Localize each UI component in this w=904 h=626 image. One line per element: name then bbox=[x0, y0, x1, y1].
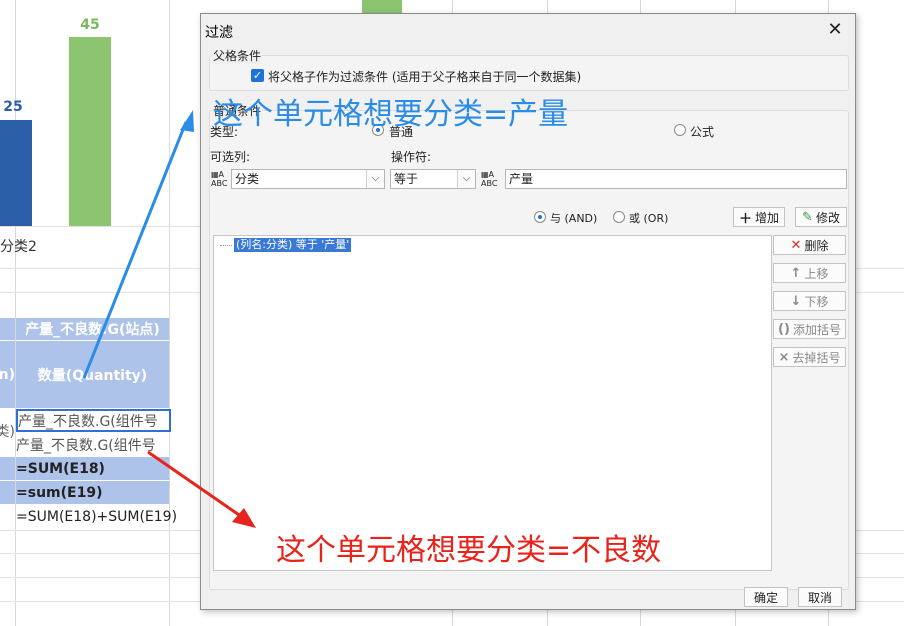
delete-button-label: 删除 bbox=[804, 238, 829, 253]
bracket-remove-icon: ⨯ bbox=[778, 349, 790, 365]
chart-bar bbox=[362, 0, 402, 13]
abc-field-icon[interactable]: ▦A ABC bbox=[481, 170, 499, 188]
modify-button-label: 修改 bbox=[815, 210, 840, 225]
move-down-button[interactable]: ↓ 下移 bbox=[773, 291, 846, 311]
chart-axis bbox=[0, 226, 200, 227]
chart-category-label: 分类2 bbox=[0, 239, 37, 255]
value-input-text: 产量 bbox=[509, 172, 534, 186]
parent-condition-label: 将父格子作为过滤条件 (适用于父子格来自于同一个数据集) bbox=[268, 70, 582, 84]
logic-radio-and[interactable] bbox=[534, 211, 546, 223]
arrow-up-icon: ↑ bbox=[790, 265, 802, 281]
sheet-cell-selected[interactable]: 产量_不良数.G(组件号 bbox=[16, 409, 171, 432]
bar-value-label: 45 bbox=[80, 17, 100, 33]
operator-select[interactable]: 等于 ⌵ bbox=[390, 169, 476, 189]
bracket-add-icon: () bbox=[778, 321, 790, 337]
remove-bracket-button-label: 去掉括号 bbox=[792, 350, 841, 365]
add-bracket-button-label: 添加括号 bbox=[792, 322, 841, 337]
plus-icon: ＋ bbox=[738, 211, 752, 227]
sheet-cell-left-fragment[interactable]: 类) bbox=[0, 420, 15, 442]
edit-icon: ✎ bbox=[802, 209, 813, 225]
condition-list[interactable]: (列名:分类) 等于 '产量' bbox=[213, 235, 772, 571]
grid-line bbox=[15, 0, 16, 626]
cancel-button-label: 取消 bbox=[807, 590, 832, 605]
chart-bar bbox=[69, 37, 111, 226]
modify-button[interactable]: ✎ 修改 bbox=[795, 207, 847, 227]
chart-bar bbox=[0, 120, 32, 226]
annotation-bottom-note: 这个单元格想要分类=不良数 bbox=[276, 533, 662, 568]
column-select[interactable]: 分类 ⌵ bbox=[231, 169, 385, 189]
tree-connector bbox=[220, 245, 232, 246]
move-up-button-label: 上移 bbox=[804, 266, 829, 281]
delete-button[interactable]: ✕ 删除 bbox=[773, 235, 846, 255]
chevron-down-icon[interactable]: ⌵ bbox=[366, 170, 384, 188]
type-radio-formula[interactable] bbox=[674, 124, 686, 136]
sheet-cell-header-left[interactable]: on) bbox=[0, 341, 15, 408]
column-label: 可选列: bbox=[210, 150, 251, 164]
chevron-down-icon[interactable]: ⌵ bbox=[457, 170, 475, 188]
logic-radio-or[interactable] bbox=[613, 211, 625, 223]
operator-label: 操作符: bbox=[391, 150, 432, 164]
delete-x-icon: ✕ bbox=[790, 237, 802, 253]
grid-line bbox=[169, 0, 170, 626]
move-up-button[interactable]: ↑ 上移 bbox=[773, 263, 846, 283]
type-option-formula: 公式 bbox=[690, 125, 715, 139]
remove-bracket-button[interactable]: ⨯ 去掉括号 bbox=[773, 347, 846, 367]
sheet-cell-sum3[interactable]: =SUM(E18)+SUM(E19) bbox=[16, 505, 176, 528]
abc-field-icon: ▦A ABC bbox=[211, 170, 228, 188]
dialog-title: 过滤 bbox=[205, 25, 233, 41]
sheet-cell-header-station[interactable]: 产量_不良数.G(站点) bbox=[16, 318, 169, 340]
cancel-button[interactable]: 取消 bbox=[798, 587, 842, 607]
sheet-cell-sum2[interactable]: =sum(E19) bbox=[16, 481, 169, 504]
sheet-cell[interactable] bbox=[0, 481, 15, 504]
annotation-top-note: 这个单元格想要分类=产量 bbox=[213, 97, 569, 132]
sheet-cell[interactable]: 产量_不良数.G(组件号 bbox=[16, 433, 169, 456]
operator-select-value: 等于 bbox=[394, 172, 419, 186]
logic-option-or: 或 (OR) bbox=[629, 212, 669, 225]
move-down-button-label: 下移 bbox=[804, 294, 829, 309]
add-bracket-button[interactable]: () 添加括号 bbox=[773, 319, 846, 339]
bar-value-label: 25 bbox=[3, 99, 23, 115]
condition-list-item[interactable]: (列名:分类) 等于 '产量' bbox=[234, 238, 352, 252]
parent-condition-checkbox[interactable]: ✓ bbox=[251, 69, 264, 82]
close-icon[interactable]: ✕ bbox=[825, 20, 845, 40]
ok-button[interactable]: 确定 bbox=[744, 587, 788, 607]
add-button[interactable]: ＋ 增加 bbox=[733, 207, 785, 227]
add-button-label: 增加 bbox=[755, 210, 780, 225]
sheet-cell[interactable] bbox=[0, 318, 15, 340]
logic-option-and: 与 (AND) bbox=[550, 212, 598, 225]
arrow-down-icon: ↓ bbox=[790, 293, 802, 309]
parent-condition-title: 父格条件 bbox=[212, 47, 263, 64]
column-select-value: 分类 bbox=[235, 172, 260, 186]
sheet-cell-header-quantity[interactable]: 数量(Quantity) bbox=[16, 341, 169, 408]
value-input[interactable]: 产量 bbox=[505, 169, 847, 189]
ok-button-label: 确定 bbox=[753, 590, 778, 605]
sheet-cell[interactable] bbox=[0, 457, 15, 480]
sheet-cell-sum1[interactable]: =SUM(E18) bbox=[16, 457, 169, 480]
